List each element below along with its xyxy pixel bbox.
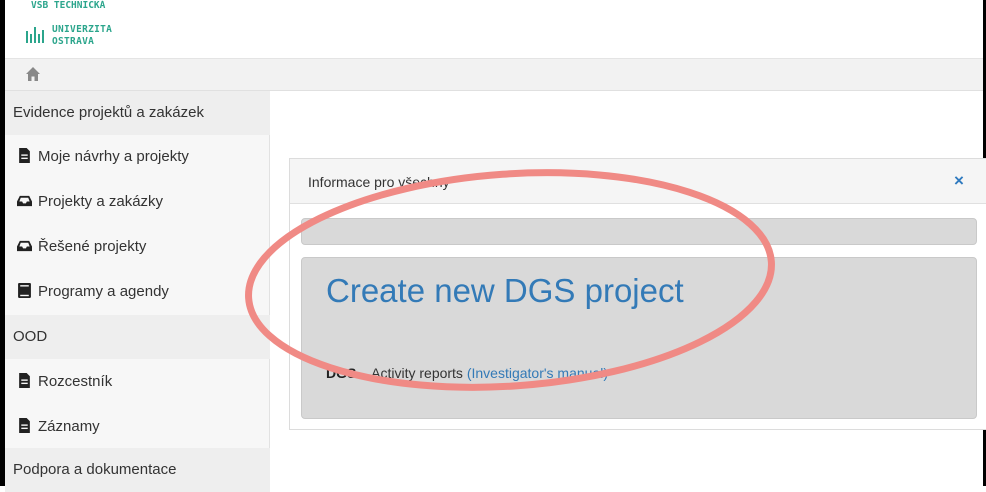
info-panel: Informace pro všechny × Create new DGS p… [289, 158, 986, 430]
logo-wordmark: UNIVERZITA OSTRAVA [52, 8, 112, 48]
header: VŠB TECHNICKÁ UNIVERZITA OSTRAVA [5, 0, 983, 58]
dgs-jumbotron: Create new DGS project DGS – Activity re… [301, 257, 977, 419]
create-dgs-project-link[interactable]: Create new DGS project [326, 272, 684, 310]
breadcrumb-bar [5, 58, 983, 91]
home-icon[interactable] [25, 66, 41, 82]
close-icon[interactable]: × [954, 171, 964, 191]
sidebar-item-label: Rozcestník [38, 373, 113, 390]
dgs-activity-line: DGS – Activity reports (Investigator's m… [326, 365, 608, 381]
file-icon [19, 418, 30, 433]
logo-line-3: OSTRAVA [52, 36, 95, 47]
sidebar-item-rozcestnik[interactable]: Rozcestník [5, 360, 270, 404]
dgs-prefix: DGS [326, 365, 357, 381]
sidebar: Evidence projektů a zakázek Moje návrhy … [5, 91, 270, 492]
book-icon [18, 283, 31, 298]
sidebar-section-evidence[interactable]: Evidence projektů a zakázek [5, 91, 270, 135]
file-icon [19, 148, 30, 163]
logo-mark-icon [26, 27, 44, 43]
inbox-icon [17, 195, 32, 207]
sidebar-item-label: Moje návrhy a projekty [38, 148, 189, 165]
sidebar-item-zaznamy[interactable]: Záznamy [5, 405, 270, 449]
sidebar-item-moje-navrhy[interactable]: Moje návrhy a projekty [5, 135, 270, 179]
sidebar-item-label: Řešené projekty [38, 238, 147, 255]
sidebar-section-podpora[interactable]: Podpora a dokumentace [5, 448, 270, 492]
sidebar-item-resene-projekty[interactable]: Řešené projekty [5, 225, 270, 269]
file-icon [19, 373, 30, 388]
inbox-icon [17, 240, 32, 252]
investigator-manual-link[interactable]: (Investigator's manual) [467, 365, 608, 381]
sidebar-item-label: Projekty a zakázky [38, 193, 164, 210]
panel-header: Informace pro všechny × [290, 159, 986, 204]
sidebar-item-programy-agendy[interactable]: Programy a agendy [5, 270, 270, 314]
university-logo[interactable]: VŠB TECHNICKÁ UNIVERZITA OSTRAVA [19, 0, 149, 56]
sidebar-item-label: Záznamy [38, 418, 100, 435]
dgs-activity-text: – Activity reports [356, 365, 467, 381]
sidebar-item-projekty-zakazky[interactable]: Projekty a zakázky [5, 180, 270, 224]
panel-title: Informace pro všechny [308, 174, 450, 190]
sidebar-item-label: Programy a agendy [38, 283, 169, 300]
sidebar-section-ood[interactable]: OOD [5, 315, 270, 359]
logo-line-2: UNIVERZITA [52, 24, 113, 35]
empty-alert-bar [301, 218, 977, 245]
